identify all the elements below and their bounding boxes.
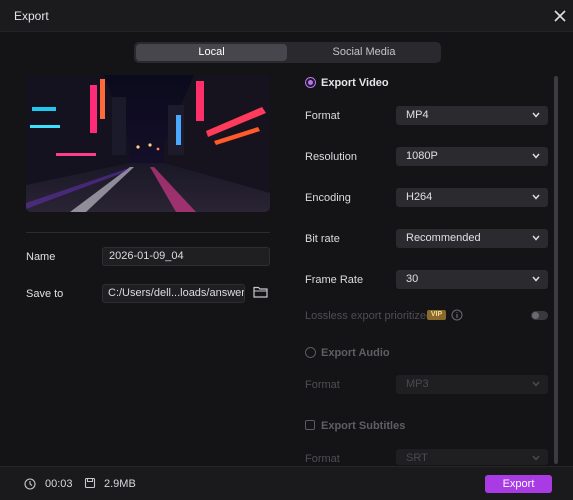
export-audio-radio[interactable] — [305, 347, 316, 358]
chevron-down-icon — [532, 235, 540, 241]
frame-rate-value: 30 — [406, 273, 419, 285]
frame-rate-select[interactable]: 30 — [396, 270, 548, 289]
encoding-label: Encoding — [305, 192, 351, 204]
name-input[interactable]: 2026-01-09_04 — [102, 247, 270, 266]
subtitles-format-value: SRT — [406, 452, 428, 464]
window-title: Export — [14, 9, 49, 23]
clock-icon — [24, 478, 36, 490]
subtitles-format-label: Format — [305, 453, 340, 465]
title-bar: Export — [0, 0, 573, 32]
export-audio-heading: Export Audio — [321, 347, 390, 359]
tab-local[interactable]: Local — [136, 44, 287, 61]
export-video-heading: Export Video — [321, 77, 389, 89]
info-icon[interactable] — [451, 309, 463, 321]
resolution-value: 1080P — [406, 150, 438, 162]
scrollbar[interactable] — [554, 76, 558, 464]
export-subtitles-checkbox[interactable] — [305, 420, 315, 430]
encoding-select[interactable]: H264 — [396, 188, 548, 207]
lossless-toggle[interactable] — [531, 311, 548, 320]
lossless-export-label: Lossless export prioritized — [305, 310, 433, 322]
chevron-down-icon — [532, 381, 540, 387]
chevron-down-icon — [532, 276, 540, 282]
tab-bar: Local Social Media — [134, 42, 441, 63]
file-icon — [84, 477, 96, 489]
chevron-down-icon — [532, 112, 540, 118]
name-label: Name — [26, 251, 56, 263]
save-path-input[interactable]: C:/Users/dell...loads/answers — [102, 284, 245, 303]
chevron-down-icon — [532, 455, 540, 461]
divider — [26, 232, 270, 233]
export-subtitles-heading: Export Subtitles — [321, 420, 406, 432]
save-to-label: Save to — [26, 288, 64, 300]
export-button[interactable]: Export — [485, 475, 552, 493]
resolution-label: Resolution — [305, 151, 357, 163]
video-preview — [26, 75, 270, 212]
audio-format-label: Format — [305, 379, 340, 391]
close-icon[interactable] — [552, 8, 568, 24]
folder-icon[interactable] — [253, 285, 268, 298]
encoding-value: H264 — [406, 191, 433, 203]
audio-format-select[interactable]: MP3 — [396, 375, 548, 394]
footer-bar: 00:03 2.9MB Export — [0, 466, 573, 500]
export-video-radio[interactable] — [305, 77, 316, 88]
format-select[interactable]: MP4 — [396, 106, 548, 125]
vip-badge: VIP — [427, 310, 446, 320]
format-value: MP4 — [406, 109, 429, 121]
resolution-select[interactable]: 1080P — [396, 147, 548, 166]
chevron-down-icon — [532, 153, 540, 159]
bit-rate-value: Recommended — [406, 232, 481, 244]
file-size-text: 2.9MB — [104, 478, 136, 490]
chevron-down-icon — [532, 194, 540, 200]
bit-rate-label: Bit rate — [305, 233, 340, 245]
audio-format-value: MP3 — [406, 378, 429, 390]
subtitles-format-select[interactable]: SRT — [396, 449, 548, 465]
frame-rate-label: Frame Rate — [305, 274, 364, 286]
format-label: Format — [305, 110, 340, 122]
bit-rate-select[interactable]: Recommended — [396, 229, 548, 248]
duration-text: 00:03 — [45, 478, 73, 490]
tab-social-media[interactable]: Social Media — [289, 44, 439, 61]
